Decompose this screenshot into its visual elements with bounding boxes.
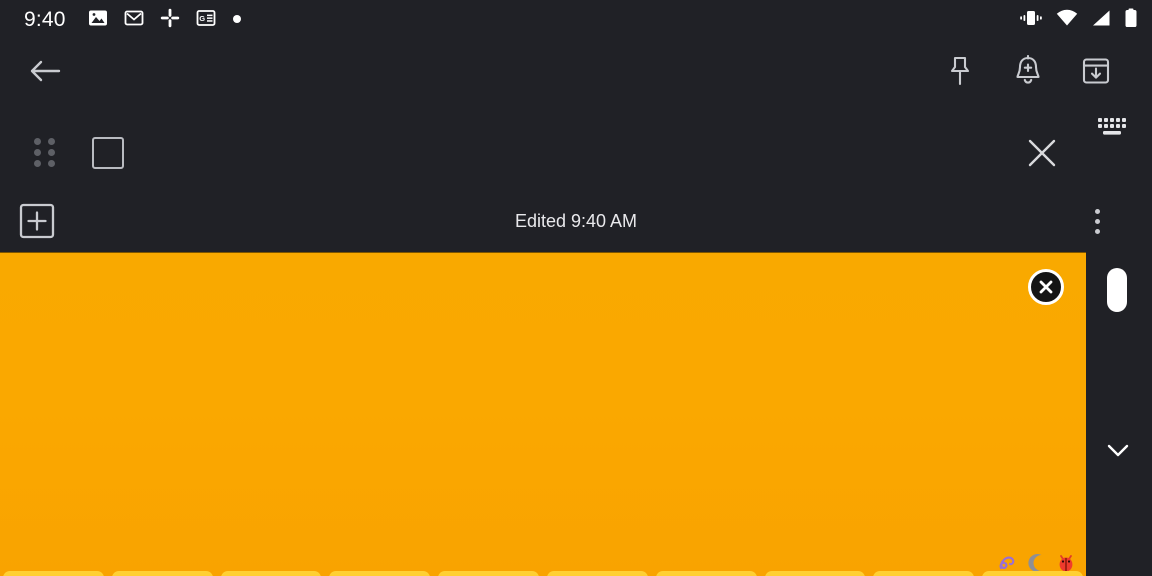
- status-bar: 9:40 G: [0, 0, 1152, 40]
- selection-bar: [0, 120, 1152, 186]
- battery-icon: [1124, 8, 1138, 33]
- status-clock: 9:40: [24, 8, 66, 31]
- vibrate-icon: [1019, 9, 1043, 32]
- close-icon: [1028, 139, 1056, 167]
- key-o[interactable]: O: [873, 571, 975, 576]
- handle-dot: [33, 138, 41, 145]
- handle-dot: [47, 138, 55, 145]
- scroll-handle[interactable]: [1107, 268, 1127, 312]
- close-button[interactable]: [1022, 133, 1062, 173]
- keyboard-row-1: Q W E R T Y U I O P: [0, 571, 1086, 576]
- key-r[interactable]: R: [329, 571, 431, 576]
- edited-timestamp: Edited 9:40 AM: [514, 210, 638, 231]
- app-bar-actions: [938, 49, 1152, 93]
- checkbox-unchecked-icon[interactable]: [92, 137, 124, 169]
- status-system-icons: [1019, 8, 1138, 33]
- svg-text:G: G: [199, 14, 205, 23]
- keyboard-close-icon: [1039, 280, 1053, 294]
- cellular-signal-icon: [1091, 9, 1111, 32]
- reminder-button[interactable]: [1006, 49, 1050, 93]
- archive-button[interactable]: [1074, 49, 1118, 93]
- handle-dot: [47, 160, 55, 167]
- phone-screen: 9:40 G Edited 9:40 AM: [0, 0, 1152, 576]
- google-news-icon: G: [196, 9, 216, 32]
- keyboard-toggle-button[interactable]: [1096, 114, 1130, 140]
- status-notification-icons: G: [88, 8, 242, 33]
- handle-dot: [33, 149, 41, 156]
- chevron-down-icon: [1107, 444, 1129, 457]
- key-p[interactable]: P: [982, 571, 1083, 576]
- keyboard-close-button[interactable]: [1028, 269, 1064, 305]
- note-meta-bar: Edited 9:40 AM: [0, 190, 1152, 252]
- pin-button[interactable]: [938, 49, 982, 93]
- key-w[interactable]: W: [111, 571, 213, 576]
- slack-icon: [160, 8, 180, 33]
- right-rail: [1086, 252, 1152, 576]
- back-arrow-icon: [30, 60, 61, 82]
- moon-icon[interactable]: [1028, 553, 1048, 573]
- reminder-bell-icon: [1016, 55, 1040, 84]
- app-bar: [0, 40, 1152, 102]
- drag-handle-icon[interactable]: [30, 136, 60, 170]
- keyboard-footer-icons: [998, 553, 1076, 573]
- key-t[interactable]: T: [438, 571, 539, 576]
- key-y[interactable]: Y: [546, 571, 648, 576]
- dot-icon: [232, 11, 242, 29]
- collapse-keyboard-button[interactable]: [1100, 432, 1136, 468]
- key-q[interactable]: Q: [3, 571, 104, 576]
- keyboard-icon: [1098, 118, 1126, 135]
- handle-dot: [47, 149, 55, 156]
- wifi-icon: [1056, 9, 1078, 32]
- squiggle-icon[interactable]: [998, 553, 1020, 573]
- photos-icon: [88, 8, 108, 33]
- gmail-icon: [124, 8, 144, 33]
- bug-icon[interactable]: [1056, 553, 1076, 573]
- key-u[interactable]: U: [655, 571, 757, 576]
- key-e[interactable]: E: [220, 571, 322, 576]
- handle-dot: [33, 160, 41, 167]
- back-button[interactable]: [14, 40, 76, 102]
- on-screen-keyboard: Q W E R T Y U I O P A S D F G H J K L: [0, 252, 1086, 576]
- pin-icon: [950, 56, 970, 86]
- key-i[interactable]: I: [764, 571, 866, 576]
- archive-icon: [1082, 58, 1110, 84]
